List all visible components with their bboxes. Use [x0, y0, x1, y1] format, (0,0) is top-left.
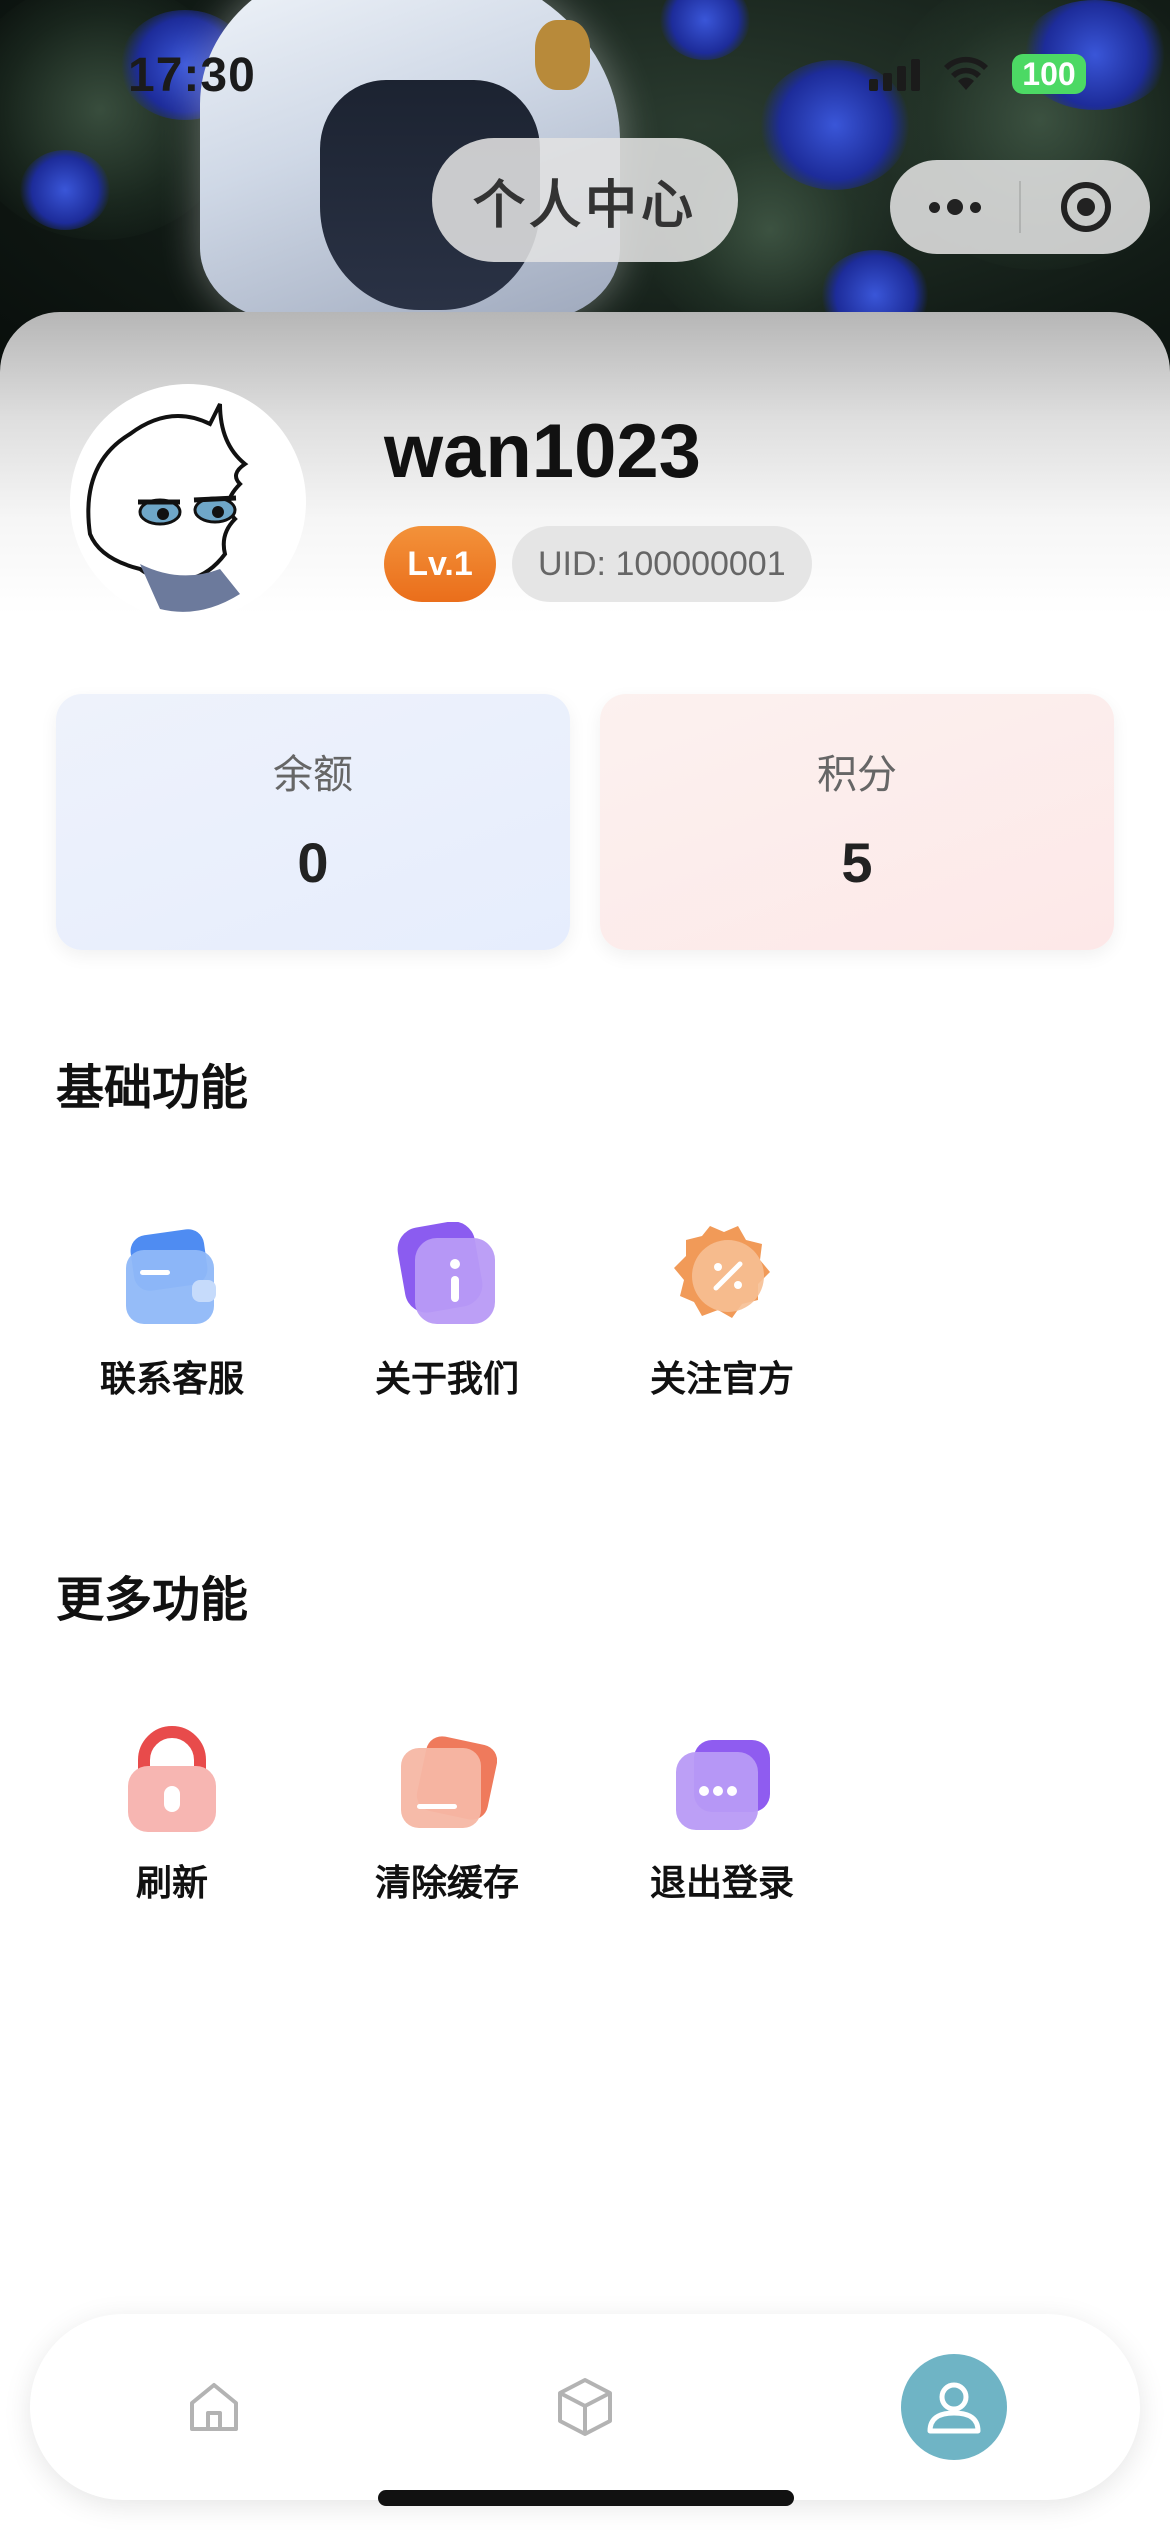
section-title-more: 更多功能 [56, 1572, 249, 1628]
wallet-icon [122, 1222, 222, 1332]
logout-label: 退出登录 [649, 1863, 794, 1904]
points-label: 积分 [817, 752, 897, 798]
username: wan1023 [384, 409, 701, 494]
mini-program-capsule [890, 160, 1150, 254]
tab-profile[interactable] [854, 2314, 1054, 2500]
clear-cache-button[interactable]: 清除缓存 [327, 1726, 567, 1926]
home-indicator [378, 2490, 794, 2506]
more-menu-button[interactable] [890, 160, 1019, 254]
follow-official-button[interactable]: 关注官方 [602, 1222, 842, 1422]
contact-support-button[interactable]: 联系客服 [52, 1222, 292, 1422]
level-badge: Lv.1 [384, 526, 496, 602]
contact-support-label: 联系客服 [99, 1359, 244, 1400]
cellular-signal-icon [869, 57, 920, 91]
target-icon [1060, 182, 1111, 232]
user-icon [927, 2382, 981, 2434]
points-value: 5 [841, 831, 873, 894]
balance-value: 0 [297, 831, 329, 894]
avatar[interactable] [70, 384, 306, 620]
lock-icon [122, 1726, 222, 1836]
about-us-label: 关于我们 [374, 1359, 519, 1400]
refresh-label: 刷新 [135, 1863, 208, 1904]
discount-badge-icon [672, 1222, 772, 1332]
box-icon [558, 2378, 612, 2436]
home-icon [190, 2383, 238, 2431]
close-mini-program-button[interactable] [1021, 160, 1150, 254]
info-icon [397, 1221, 497, 1332]
status-icons: 100 [869, 54, 1086, 94]
more-dots-icon [928, 199, 981, 215]
battery-indicator: 100 [1012, 54, 1086, 94]
logout-button[interactable]: 退出登录 [602, 1726, 842, 1926]
section-title-basic: 基础功能 [56, 1060, 249, 1116]
balance-label: 余额 [273, 752, 353, 798]
page-title: 个人中心 [432, 138, 738, 262]
tab-home[interactable] [114, 2314, 314, 2500]
follow-official-label: 关注官方 [649, 1359, 794, 1400]
tab-profile-active-indicator [901, 2354, 1007, 2460]
clear-cache-label: 清除缓存 [374, 1863, 519, 1904]
status-time: 17:30 [128, 49, 256, 102]
cards-icon [397, 1726, 498, 1836]
chat-bubble-icon [672, 1726, 772, 1836]
points-card[interactable]: 积分 5 [600, 694, 1114, 950]
balance-card[interactable]: 余额 0 [56, 694, 570, 950]
uid-badge: UID: 100000001 [512, 526, 812, 602]
wifi-icon [944, 56, 988, 90]
refresh-button[interactable]: 刷新 [52, 1726, 292, 1926]
bottom-tab-bar [30, 2314, 1140, 2500]
tab-products[interactable] [485, 2314, 685, 2500]
about-us-button[interactable]: 关于我们 [327, 1221, 567, 1422]
